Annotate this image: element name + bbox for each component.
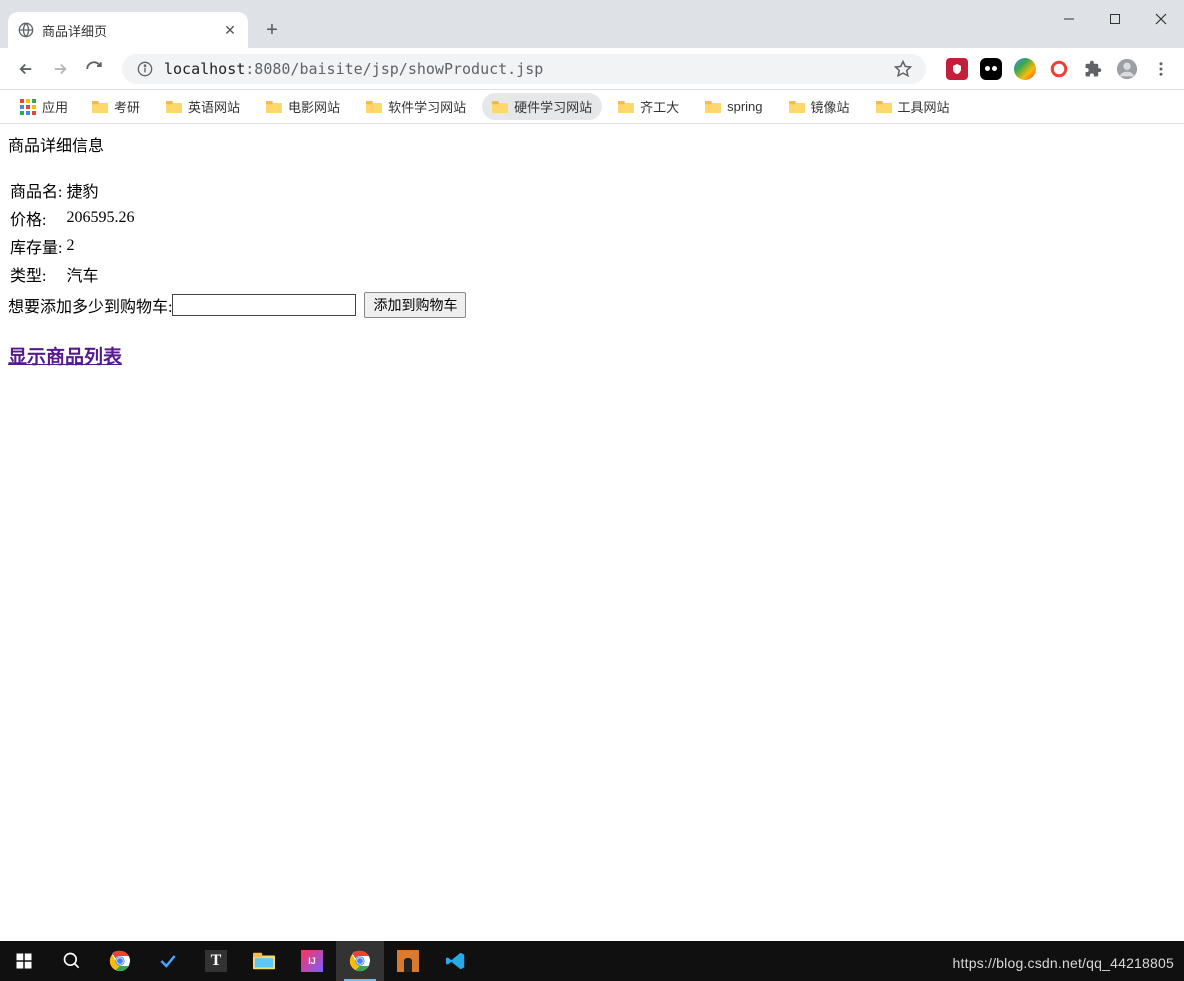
search-button[interactable]: [48, 941, 96, 981]
table-row: 类型: 汽车: [8, 260, 136, 288]
bookmark-folder[interactable]: 考研: [82, 93, 150, 120]
folder-icon: [492, 100, 508, 114]
table-row: 商品名: 捷豹: [8, 176, 136, 204]
profile-avatar-icon[interactable]: [1116, 58, 1138, 80]
page-heading: 商品详细信息: [8, 132, 1176, 156]
bookmark-star-icon[interactable]: [894, 60, 912, 78]
vscode-taskbar-icon[interactable]: [432, 941, 480, 981]
bookmark-label: 齐工大: [640, 97, 679, 116]
reload-button[interactable]: [80, 55, 108, 83]
product-price-label: 价格:: [8, 204, 64, 232]
apps-shortcut[interactable]: 应用: [12, 93, 76, 120]
bookmark-folder[interactable]: 齐工大: [608, 93, 689, 120]
bookmark-label: 工具网站: [898, 97, 950, 116]
product-type-label: 类型:: [8, 260, 64, 288]
add-to-cart-button[interactable]: 添加到购物车: [364, 292, 466, 318]
folder-icon: [92, 100, 108, 114]
show-product-list-link[interactable]: 显示商品列表: [8, 342, 1176, 369]
bookmark-folder[interactable]: 工具网站: [866, 93, 960, 120]
todo-taskbar-icon[interactable]: [144, 941, 192, 981]
product-stock-value: 2: [64, 232, 136, 260]
product-stock-label: 库存量:: [8, 232, 64, 260]
start-button[interactable]: [0, 941, 48, 981]
extensions-puzzle-icon[interactable]: [1082, 58, 1104, 80]
table-row: 库存量: 2: [8, 232, 136, 260]
product-type-value: 汽车: [64, 260, 136, 288]
page-content: 商品详细信息 商品名: 捷豹 价格: 206595.26 库存量: 2 类型: …: [0, 124, 1184, 377]
extension-icon-red-o[interactable]: [1048, 58, 1070, 80]
browser-tab-strip: 商品详细页 ✕ +: [0, 0, 1184, 48]
folder-icon: [166, 100, 182, 114]
browser-toolbar: localhost:8080/baisite/jsp/showProduct.j…: [0, 48, 1184, 90]
typora-taskbar-icon[interactable]: T: [192, 941, 240, 981]
bookmark-folder[interactable]: 硬件学习网站: [482, 93, 602, 120]
bookmark-label: 电影网站: [288, 97, 340, 116]
folder-icon: [789, 100, 805, 114]
bookmark-folder[interactable]: 软件学习网站: [356, 93, 476, 120]
folder-icon: [618, 100, 634, 114]
bookmark-folder[interactable]: 电影网站: [256, 93, 350, 120]
table-row: 价格: 206595.26: [8, 204, 136, 232]
product-price-value: 206595.26: [64, 204, 136, 232]
cart-quantity-input[interactable]: [172, 294, 356, 316]
bookmark-label: 考研: [114, 97, 140, 116]
chrome-menu-icon[interactable]: [1150, 58, 1172, 80]
apps-label: 应用: [42, 97, 68, 116]
product-name-value: 捷豹: [64, 176, 136, 204]
bookmark-label: spring: [727, 99, 762, 114]
ublock-extension-icon[interactable]: [946, 58, 968, 80]
folder-icon: [366, 100, 382, 114]
folder-icon: [705, 100, 721, 114]
folder-icon: [266, 100, 282, 114]
apps-grid-icon: [20, 99, 36, 115]
extension-icon-circle[interactable]: [1014, 58, 1036, 80]
chrome-active-taskbar-icon[interactable]: [336, 941, 384, 981]
cart-quantity-label: 想要添加多少到购物车:: [8, 293, 172, 317]
product-name-label: 商品名:: [8, 176, 64, 204]
globe-icon: [18, 22, 34, 38]
bookmark-label: 英语网站: [188, 97, 240, 116]
app-taskbar-icon[interactable]: [384, 941, 432, 981]
bookmark-folder[interactable]: spring: [695, 93, 772, 120]
window-maximize-button[interactable]: [1092, 0, 1138, 38]
close-tab-icon[interactable]: ✕: [222, 22, 238, 38]
browser-tab[interactable]: 商品详细页 ✕: [8, 12, 248, 48]
product-detail-table: 商品名: 捷豹 价格: 206595.26 库存量: 2 类型: 汽车: [8, 176, 136, 288]
bookmark-label: 镜像站: [811, 97, 850, 116]
url-text: localhost:8080/baisite/jsp/showProduct.j…: [164, 60, 888, 78]
chrome-taskbar-icon[interactable]: [96, 941, 144, 981]
extension-icon-eyes[interactable]: [980, 58, 1002, 80]
bookmark-label: 硬件学习网站: [514, 97, 592, 116]
address-bar[interactable]: localhost:8080/baisite/jsp/showProduct.j…: [122, 54, 926, 84]
back-button[interactable]: [12, 55, 40, 83]
bookmark-label: 软件学习网站: [388, 97, 466, 116]
forward-button[interactable]: [46, 55, 74, 83]
bookmark-folder[interactable]: 镜像站: [779, 93, 860, 120]
intellij-taskbar-icon[interactable]: IJ: [288, 941, 336, 981]
bookmark-folder[interactable]: 英语网站: [156, 93, 250, 120]
explorer-taskbar-icon[interactable]: [240, 941, 288, 981]
new-tab-button[interactable]: +: [258, 16, 286, 44]
folder-icon: [876, 100, 892, 114]
site-info-icon[interactable]: [136, 60, 154, 78]
watermark-text: https://blog.csdn.net/qq_44218805: [953, 955, 1174, 971]
window-close-button[interactable]: [1138, 0, 1184, 38]
tab-title: 商品详细页: [42, 21, 222, 40]
window-minimize-button[interactable]: [1046, 0, 1092, 38]
bookmarks-bar: 应用 考研 英语网站 电影网站 软件学习网站 硬件学习网站 齐工大 spring 镜像站 工具网…: [0, 90, 1184, 124]
